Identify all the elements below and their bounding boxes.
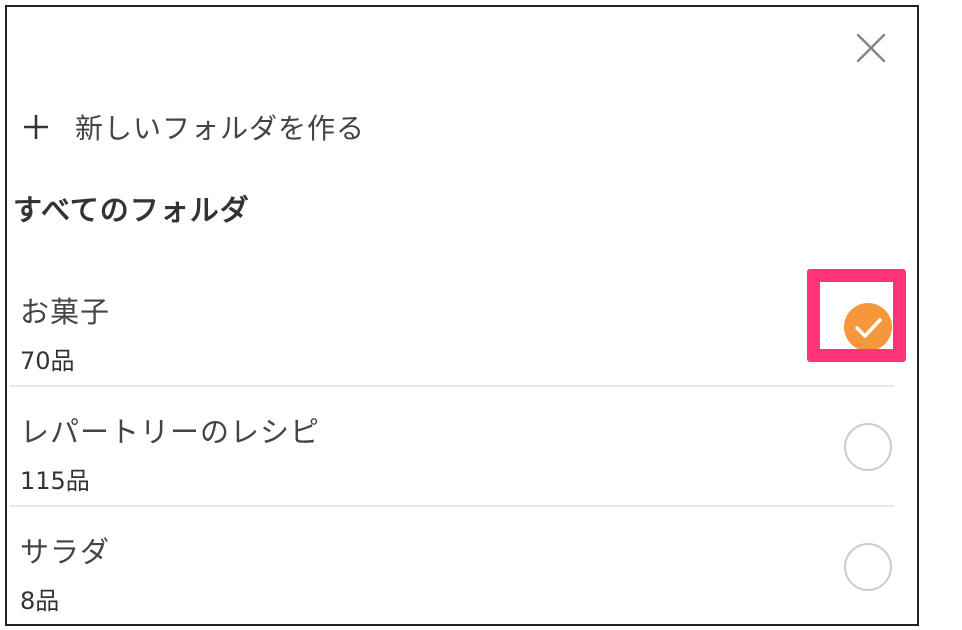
new-folder-button[interactable]: 新しいフォルダを作る	[21, 105, 365, 149]
new-folder-label: 新しいフォルダを作る	[75, 112, 366, 145]
folder-radio[interactable]	[844, 423, 892, 471]
folder-row-repertoire[interactable]: レパートリーのレシピ 115品	[10, 387, 894, 507]
folder-radio-selected[interactable]	[844, 303, 892, 351]
close-icon	[856, 33, 886, 63]
folder-count: 115品	[20, 467, 90, 495]
plus-icon	[24, 115, 48, 139]
folder-row-salad[interactable]: サラダ 8品	[10, 507, 894, 627]
all-folders-heading: すべてのフォルダ	[13, 193, 250, 227]
check-icon	[855, 318, 882, 338]
folder-count: 8品	[20, 587, 60, 615]
folder-row-okashi[interactable]: お菓子 70品	[10, 267, 894, 387]
folder-select-dialog: 新しいフォルダを作る すべてのフォルダ お菓子 70品 レパートリーのレシピ 1…	[5, 5, 919, 626]
folder-radio[interactable]	[844, 543, 892, 591]
folder-name: サラダ	[20, 535, 111, 569]
folder-count: 70品	[20, 347, 75, 375]
folder-name: お菓子	[20, 295, 111, 329]
folder-name: レパートリーのレシピ	[20, 415, 321, 449]
close-button[interactable]	[854, 31, 888, 65]
